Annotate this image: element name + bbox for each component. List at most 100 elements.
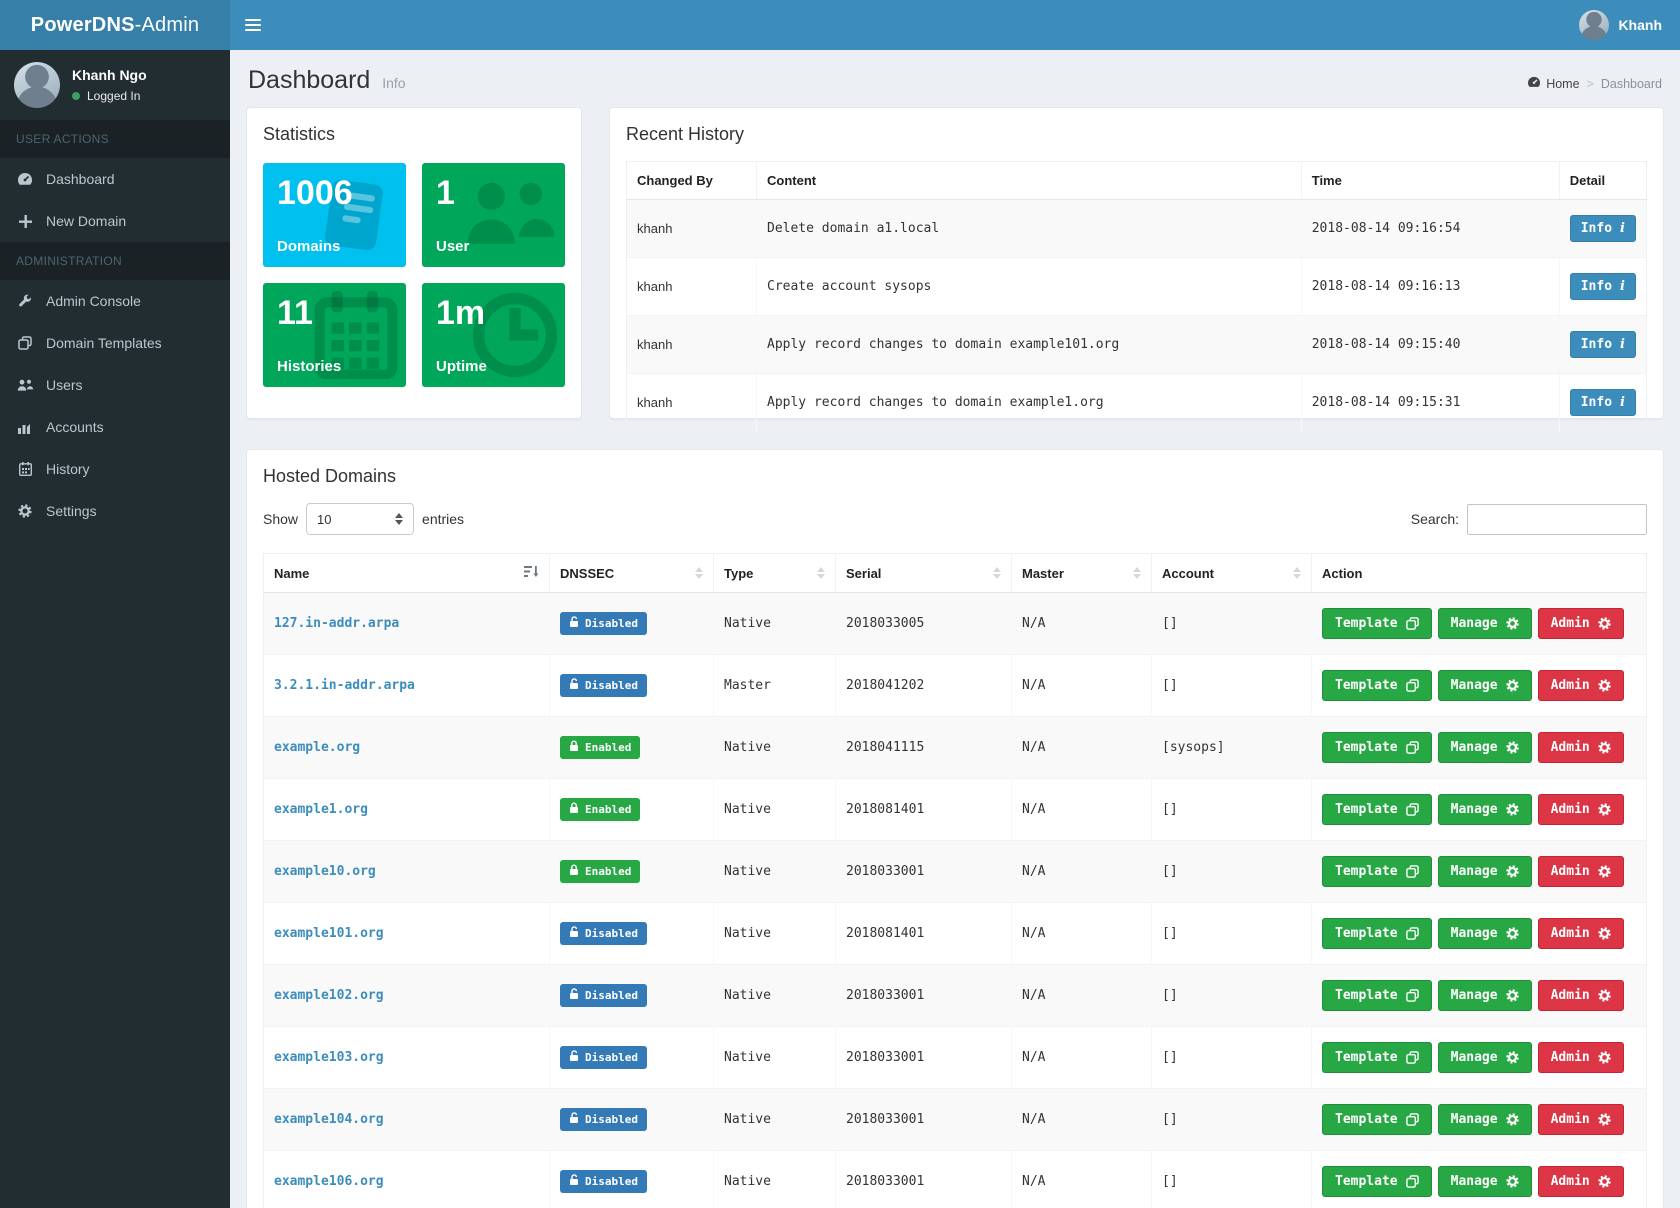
info-button[interactable]: Infoi [1570,331,1636,358]
domain-link[interactable]: example101.org [274,926,384,941]
template-button[interactable]: Template [1322,670,1432,701]
sidebar-item-admin-console[interactable]: Admin Console [0,280,230,322]
template-button[interactable]: Template [1322,1104,1432,1135]
template-button[interactable]: Template [1322,918,1432,949]
sidebar-toggle-button[interactable] [230,0,276,50]
template-button[interactable]: Template [1322,794,1432,825]
gear-icon [1598,927,1611,940]
manage-button[interactable]: Manage [1438,732,1532,763]
sidebar-item-history[interactable]: History [0,448,230,490]
admin-button[interactable]: Admin [1538,980,1624,1011]
stat-label: User [436,238,469,255]
sidebar-item-domain-templates[interactable]: Domain Templates [0,322,230,364]
template-button[interactable]: Template [1322,1042,1432,1073]
column-header-dnssec[interactable]: DNSSEC [550,554,714,593]
select-spinner-icon [395,513,403,525]
page-length-select[interactable]: 10 [306,503,414,535]
dnssec-badge[interactable]: Disabled [560,1170,647,1193]
search-input[interactable] [1467,504,1647,535]
manage-button[interactable]: Manage [1438,1166,1532,1197]
hosted-domains-table: NameDNSSECTypeSerialMasterAccountAction … [263,553,1647,1208]
page-title: Dashboard [248,66,370,94]
template-button[interactable]: Template [1322,1166,1432,1197]
unlock-icon [569,1050,579,1065]
admin-button[interactable]: Admin [1538,1166,1624,1197]
domain-link[interactable]: example106.org [274,1174,384,1189]
info-button[interactable]: Infoi [1570,389,1636,416]
admin-button[interactable]: Admin [1538,856,1624,887]
admin-button[interactable]: Admin [1538,1104,1624,1135]
domain-link[interactable]: example102.org [274,988,384,1003]
column-header-name[interactable]: Name [264,554,550,593]
manage-button[interactable]: Manage [1438,1042,1532,1073]
dnssec-badge[interactable]: Enabled [560,736,640,759]
template-button[interactable]: Template [1322,608,1432,639]
domain-link[interactable]: example10.org [274,864,376,879]
manage-button[interactable]: Manage [1438,856,1532,887]
admin-button[interactable]: Admin [1538,918,1624,949]
breadcrumb-home-link[interactable]: Home [1527,76,1579,91]
manage-button[interactable]: Manage [1438,670,1532,701]
cell-master: N/A [1012,779,1152,841]
template-button[interactable]: Template [1322,732,1432,763]
dnssec-badge[interactable]: Disabled [560,612,647,635]
button-label: Manage [1451,1112,1498,1127]
dnssec-badge[interactable]: Disabled [560,984,647,1007]
column-header-type[interactable]: Type [714,554,836,593]
cell-master: N/A [1012,841,1152,903]
column-header-master[interactable]: Master [1012,554,1152,593]
manage-button[interactable]: Manage [1438,1104,1532,1135]
stat-box-user: 1 User [422,163,565,267]
manage-button[interactable]: Manage [1438,608,1532,639]
cell-master: N/A [1012,1089,1152,1151]
column-header-detail: Detail [1559,162,1646,200]
sidebar-item-settings[interactable]: Settings [0,490,230,532]
admin-button[interactable]: Admin [1538,732,1624,763]
column-header-serial[interactable]: Serial [836,554,1012,593]
app-logo[interactable]: PowerDNS-Admin [0,0,230,50]
domain-row: example106.orgDisabledNative2018033001N/… [264,1151,1647,1208]
domain-link[interactable]: 3.2.1.in-addr.arpa [274,678,415,693]
admin-button[interactable]: Admin [1538,608,1624,639]
hamburger-icon [245,16,261,34]
domain-link[interactable]: example104.org [274,1112,384,1127]
cell-account: [sysops] [1152,717,1312,779]
dnssec-badge[interactable]: Enabled [560,860,640,883]
admin-button[interactable]: Admin [1538,1042,1624,1073]
domain-link[interactable]: example103.org [274,1050,384,1065]
dnssec-badge[interactable]: Disabled [560,922,647,945]
cell-serial: 2018041115 [836,717,1012,779]
user-menu[interactable]: Khanh [1561,0,1680,50]
domain-link[interactable]: example.org [274,740,360,755]
button-label: Template [1335,864,1398,879]
cell-account: [] [1152,1027,1312,1089]
cell-time: 2018-08-14 09:16:54 [1301,200,1559,258]
info-button[interactable]: Infoi [1570,215,1636,242]
template-button[interactable]: Template [1322,856,1432,887]
manage-button[interactable]: Manage [1438,918,1532,949]
stat-value: 1 [436,175,551,212]
dnssec-badge[interactable]: Disabled [560,674,647,697]
sidebar-item-dashboard[interactable]: Dashboard [0,158,230,200]
sidebar-item-users[interactable]: Users [0,364,230,406]
top-navbar: PowerDNS-Admin Khanh [0,0,1680,50]
admin-button[interactable]: Admin [1538,794,1624,825]
cell-action: TemplateManageAdmin [1312,655,1647,717]
dnssec-badge[interactable]: Disabled [560,1046,647,1069]
manage-button[interactable]: Manage [1438,980,1532,1011]
column-header-account[interactable]: Account [1152,554,1312,593]
domain-link[interactable]: 127.in-addr.arpa [274,616,399,631]
sidebar-item-new-domain[interactable]: New Domain [0,200,230,242]
cell-account: [] [1152,655,1312,717]
dnssec-badge[interactable]: Enabled [560,798,640,821]
gear-icon [1506,1051,1519,1064]
sidebar-item-label: Accounts [46,419,104,435]
info-button[interactable]: Infoi [1570,273,1636,300]
dnssec-badge[interactable]: Disabled [560,1108,647,1131]
domain-link[interactable]: example1.org [274,802,368,817]
manage-button[interactable]: Manage [1438,794,1532,825]
template-button[interactable]: Template [1322,980,1432,1011]
sidebar-item-accounts[interactable]: Accounts [0,406,230,448]
admin-button[interactable]: Admin [1538,670,1624,701]
lock-icon [569,802,579,817]
